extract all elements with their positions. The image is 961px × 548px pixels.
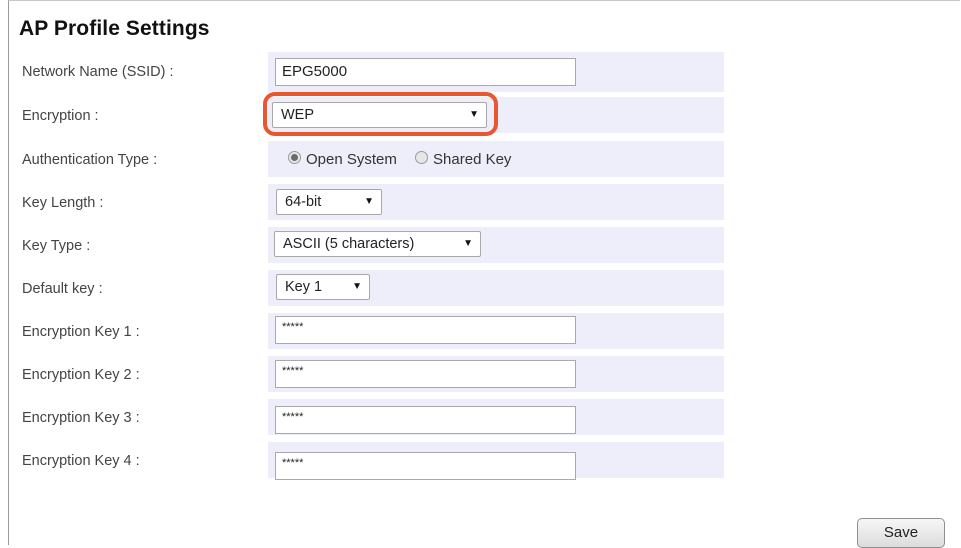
key2-label: Encryption Key 2 : (22, 367, 140, 383)
shared-key-option[interactable]: Shared Key (415, 150, 512, 168)
highlight-annotation (263, 92, 498, 136)
key-length-select[interactable]: 64-bit ▼ (276, 189, 382, 215)
key-type-label: Key Type : (22, 238, 91, 254)
encryption-key-4-input[interactable]: ***** (275, 452, 576, 480)
open-system-option[interactable]: Open System (288, 150, 401, 168)
ssid-input[interactable]: EPG5000 (275, 58, 576, 86)
key1-label: Encryption Key 1 : (22, 324, 140, 340)
key3-label: Encryption Key 3 : (22, 410, 140, 426)
encryption-key-2-input[interactable]: ***** (275, 360, 576, 388)
key-type-select[interactable]: ASCII (5 characters) ▼ (274, 231, 481, 257)
encryption-key-1-input[interactable]: ***** (275, 316, 576, 344)
open-system-label: Open System (306, 150, 397, 168)
triangle-down-icon: ▼ (352, 281, 362, 292)
radio-icon[interactable] (415, 150, 429, 164)
auth-type-label: Authentication Type : (22, 152, 158, 168)
save-button[interactable]: Save (857, 518, 945, 548)
default-key-value: Key 1 (285, 279, 323, 295)
encryption-key-3-input[interactable]: ***** (275, 406, 576, 434)
radio-icon[interactable] (288, 150, 301, 164)
triangle-down-icon: ▼ (463, 238, 473, 249)
key4-label: Encryption Key 4 : (22, 453, 140, 469)
auth-type-radio-group: Open System Shared Key (288, 150, 511, 170)
encryption-label: Encryption : (22, 108, 99, 124)
key-length-value: 64-bit (285, 194, 322, 210)
ssid-label: Network Name (SSID) : (22, 64, 174, 80)
triangle-down-icon: ▼ (364, 196, 374, 207)
page-title: AP Profile Settings (19, 17, 210, 40)
default-key-label: Default key : (22, 281, 103, 297)
default-key-select[interactable]: Key 1 ▼ (276, 274, 370, 300)
key-type-value: ASCII (5 characters) (283, 236, 415, 252)
shared-key-label: Shared Key (433, 150, 512, 168)
key-length-label: Key Length : (22, 195, 104, 211)
